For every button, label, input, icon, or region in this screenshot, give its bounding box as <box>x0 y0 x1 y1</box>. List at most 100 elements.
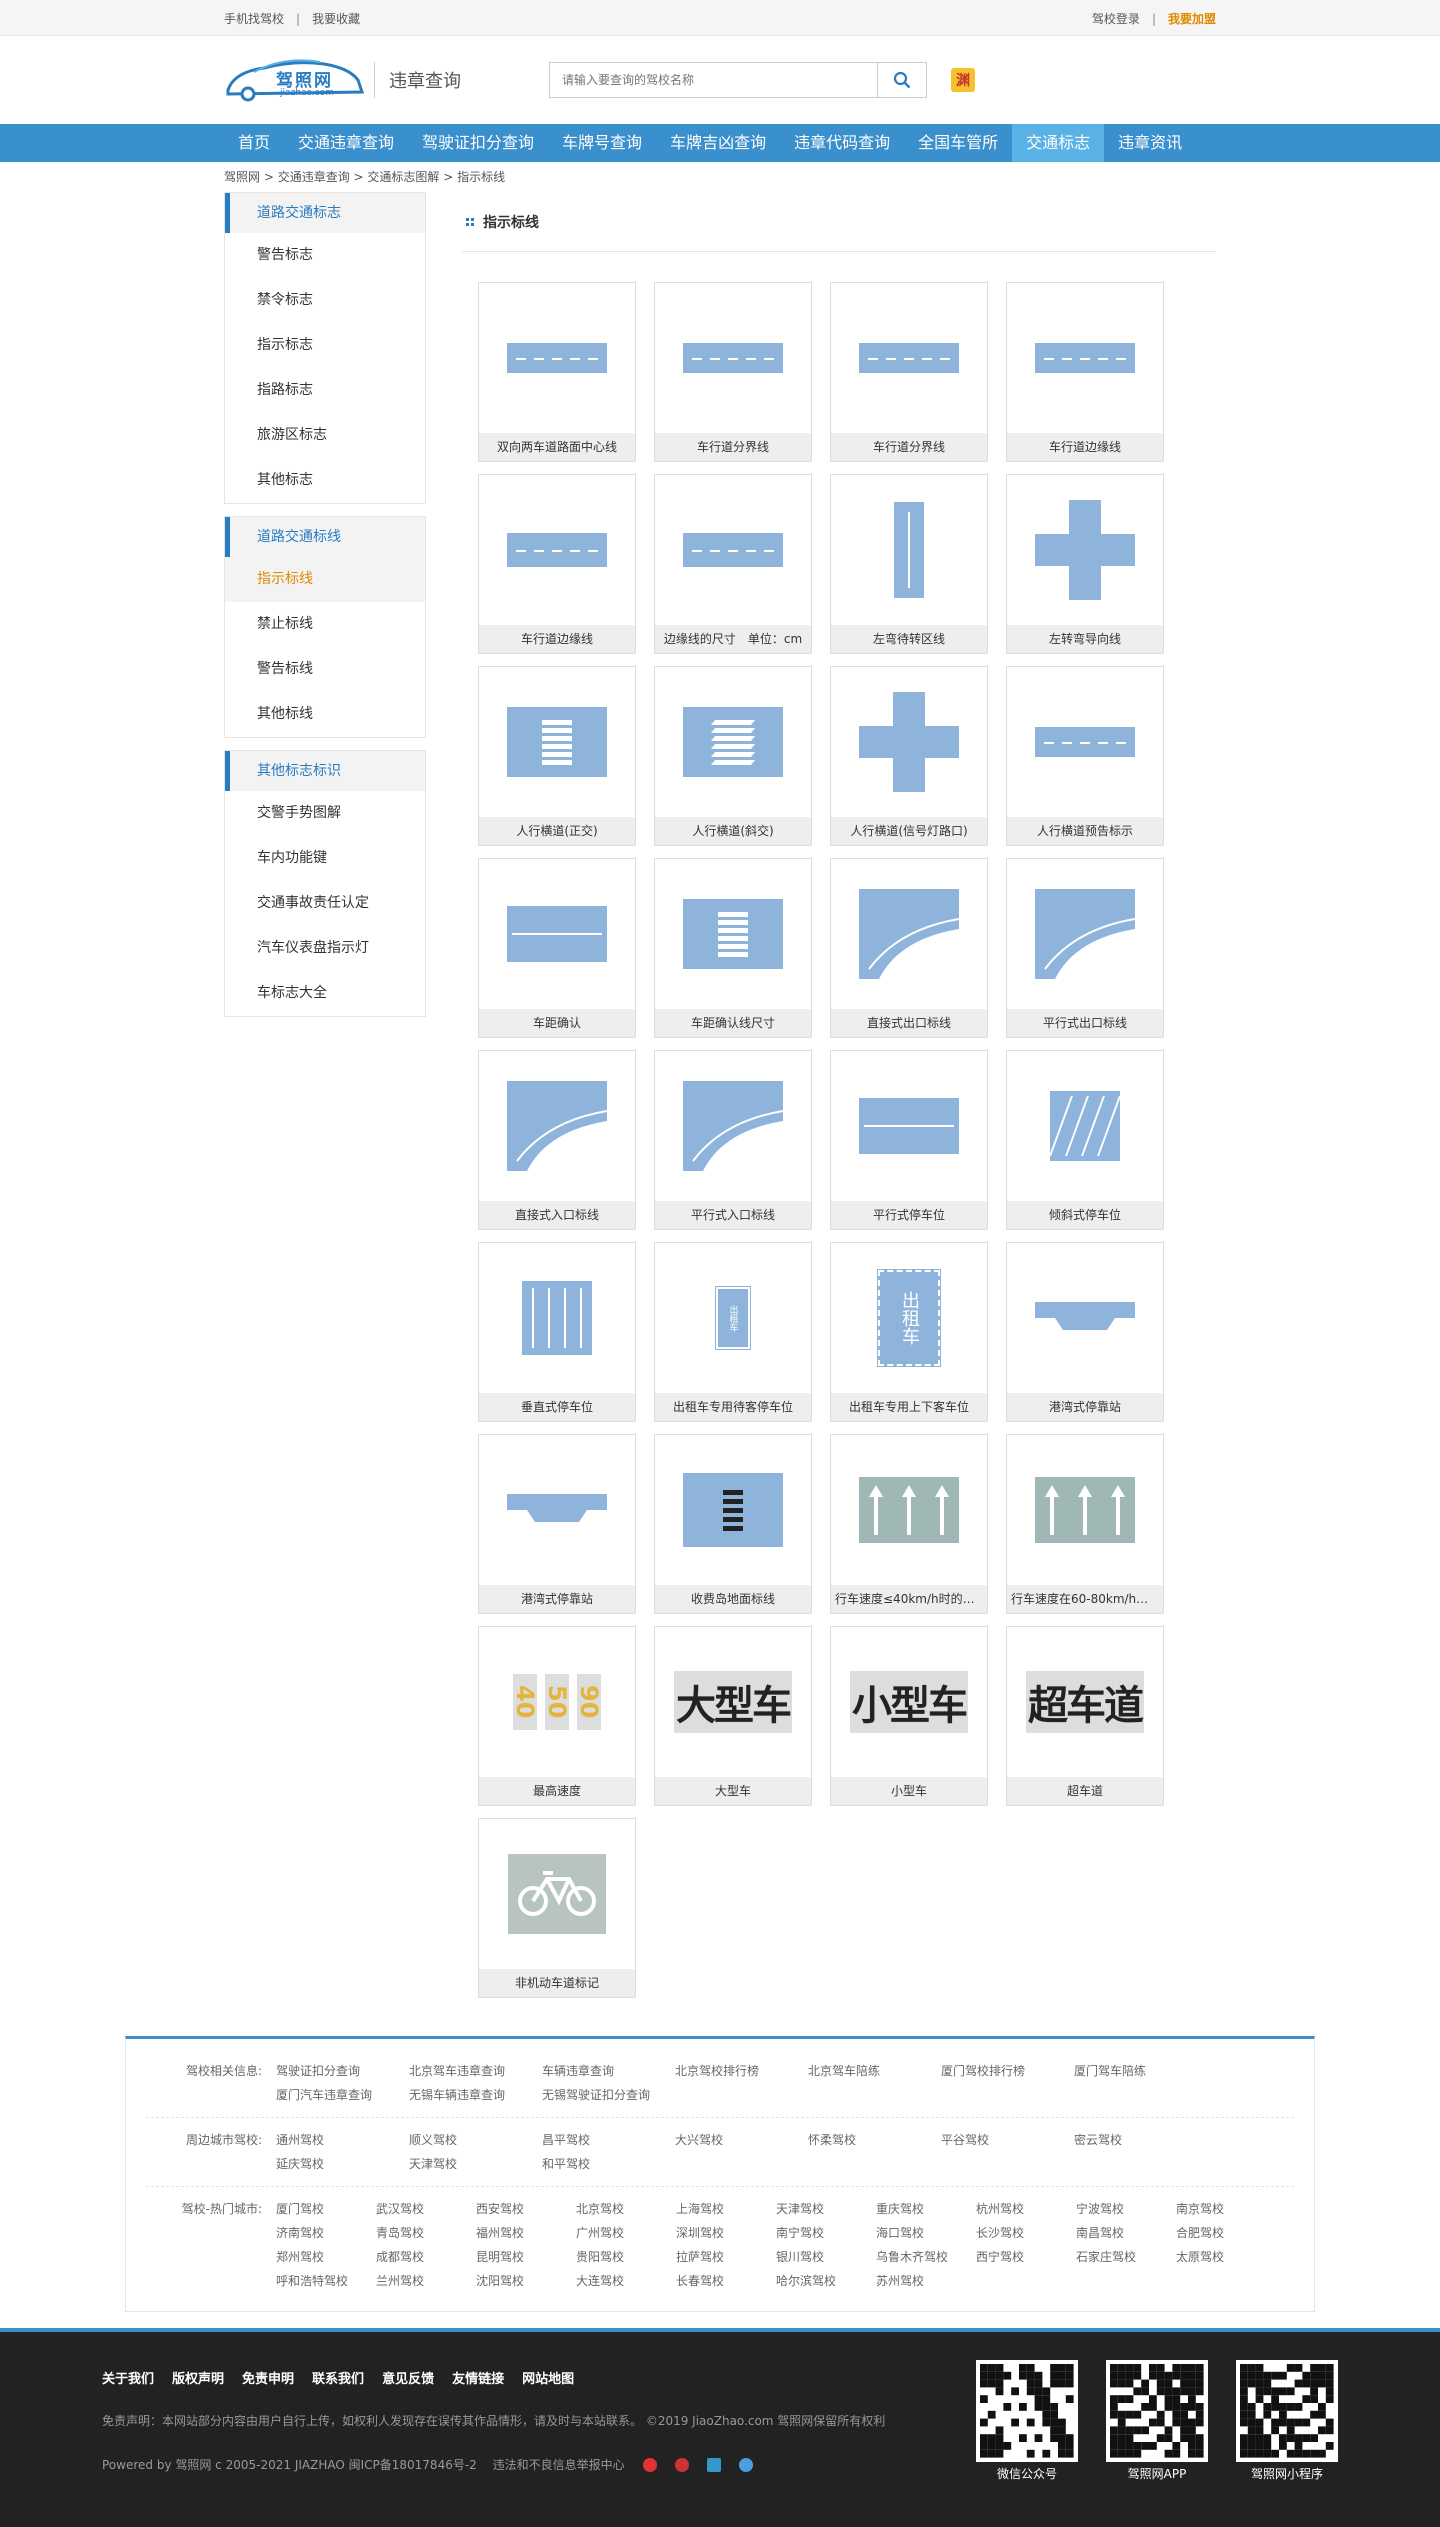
card-thumbnail[interactable] <box>479 1435 635 1585</box>
marking-card[interactable]: 边缘线的尺寸 单位：cm <box>654 474 812 654</box>
marking-card[interactable]: 40 50 90 最高速度 <box>478 1626 636 1806</box>
link-item[interactable]: 车辆违章查询 <box>542 2059 675 2083</box>
marking-card[interactable]: 平行式入口标线 <box>654 1050 812 1230</box>
link-item[interactable]: 石家庄驾校 <box>1076 2245 1176 2269</box>
footer-nav-link[interactable]: 网站地图 <box>522 2368 574 2387</box>
link-item[interactable]: 银川驾校 <box>776 2245 876 2269</box>
card-thumbnail[interactable] <box>1007 283 1163 433</box>
link-item[interactable]: 北京驾校 <box>576 2197 676 2221</box>
link-item[interactable]: 南京驾校 <box>1176 2197 1276 2221</box>
card-label[interactable]: 车行道边缘线 <box>1007 433 1163 461</box>
card-thumbnail[interactable] <box>479 283 635 433</box>
footer-nav-link[interactable]: 联系我们 <box>312 2368 364 2387</box>
card-label[interactable]: 倾斜式停车位 <box>1007 1201 1163 1229</box>
card-label[interactable]: 港湾式停靠站 <box>1007 1393 1163 1421</box>
card-label[interactable]: 左弯待转区线 <box>831 625 987 653</box>
card-label[interactable]: 车距确认线尺寸 <box>655 1009 811 1037</box>
card-thumbnail[interactable] <box>655 1051 811 1201</box>
footer-nav-link[interactable]: 免责申明 <box>242 2368 294 2387</box>
footer-nav-link[interactable]: 关于我们 <box>102 2368 154 2387</box>
sidebar-item[interactable]: 车内功能键 <box>225 836 425 881</box>
nav-item[interactable]: 车牌号查询 <box>548 124 656 162</box>
card-thumbnail[interactable] <box>479 667 635 817</box>
marking-card[interactable]: 人行横道(正交) <box>478 666 636 846</box>
link-item[interactable]: 无锡车辆违章查询 <box>409 2083 542 2107</box>
link-item[interactable]: 北京驾车陪练 <box>808 2059 941 2083</box>
link-item[interactable]: 呼和浩特驾校 <box>276 2269 376 2293</box>
breadcrumb-signs[interactable]: 交通标志图解 > <box>367 162 453 192</box>
marking-card[interactable]: 垂直式停车位 <box>478 1242 636 1422</box>
card-thumbnail[interactable]: 出租车 <box>831 1243 987 1393</box>
card-label[interactable]: 边缘线的尺寸 单位：cm <box>655 625 811 653</box>
link-item[interactable]: 天津驾校 <box>409 2152 542 2176</box>
link-item[interactable]: 合肥驾校 <box>1176 2221 1276 2245</box>
card-thumbnail[interactable] <box>479 859 635 1009</box>
card-thumbnail[interactable] <box>831 667 987 817</box>
card-thumbnail[interactable]: 40 50 90 <box>479 1627 635 1777</box>
marking-card[interactable]: 车距确认 <box>478 858 636 1038</box>
link-item[interactable]: 怀柔驾校 <box>808 2128 941 2152</box>
sidebar-item[interactable]: 指示标志 <box>225 323 425 368</box>
join-link[interactable]: 我要加盟 <box>1168 12 1216 26</box>
card-thumbnail[interactable] <box>831 475 987 625</box>
qr-code-image[interactable] <box>976 2360 1078 2462</box>
link-item[interactable]: 上海驾校 <box>676 2197 776 2221</box>
card-label[interactable]: 收费岛地面标线 <box>655 1585 811 1613</box>
sidebar-group-title[interactable]: 其他标志标识 <box>225 751 425 791</box>
badge-icon[interactable]: 渊 <box>951 68 975 92</box>
link-item[interactable]: 广州驾校 <box>576 2221 676 2245</box>
link-item[interactable]: 南昌驾校 <box>1076 2221 1176 2245</box>
card-thumbnail[interactable] <box>479 1243 635 1393</box>
card-thumbnail[interactable] <box>1007 859 1163 1009</box>
card-thumbnail[interactable] <box>831 1435 987 1585</box>
card-label[interactable]: 左转弯导向线 <box>1007 625 1163 653</box>
footer-nav-link[interactable]: 友情链接 <box>452 2368 504 2387</box>
safety-shield-icon[interactable] <box>738 2457 753 2472</box>
marking-card[interactable]: 大型车 大型车 <box>654 1626 812 1806</box>
school-login-link[interactable]: 驾校登录 <box>1092 12 1140 26</box>
sidebar-item[interactable]: 其他标志 <box>225 458 425 503</box>
link-item[interactable]: 拉萨驾校 <box>676 2245 776 2269</box>
link-item[interactable]: 乌鲁木齐驾校 <box>876 2245 976 2269</box>
link-item[interactable]: 长春驾校 <box>676 2269 776 2293</box>
sidebar-item[interactable]: 交警手势图解 <box>225 791 425 836</box>
breadcrumb-violation[interactable]: 交通违章查询 > <box>278 162 364 192</box>
link-item[interactable]: 宁波驾校 <box>1076 2197 1176 2221</box>
report-badge-icon[interactable] <box>674 2457 689 2472</box>
link-item[interactable]: 延庆驾校 <box>276 2152 409 2176</box>
card-label[interactable]: 大型车 <box>655 1777 811 1805</box>
marking-card[interactable]: 倾斜式停车位 <box>1006 1050 1164 1230</box>
marking-card[interactable]: 人行横道预告标示 <box>1006 666 1164 846</box>
card-label[interactable]: 垂直式停车位 <box>479 1393 635 1421</box>
card-thumbnail[interactable] <box>655 283 811 433</box>
link-item[interactable]: 青岛驾校 <box>376 2221 476 2245</box>
sidebar-item[interactable]: 车标志大全 <box>225 971 425 1016</box>
card-label[interactable]: 车行道分界线 <box>831 433 987 461</box>
marking-card[interactable]: 超车道 超车道 <box>1006 1626 1164 1806</box>
card-thumbnail[interactable] <box>1007 1243 1163 1393</box>
search-button[interactable] <box>877 62 927 98</box>
link-item[interactable]: 哈尔滨驾校 <box>776 2269 876 2293</box>
sidebar-item[interactable]: 交通事故责任认定 <box>225 881 425 926</box>
link-item[interactable]: 天津驾校 <box>776 2197 876 2221</box>
marking-card[interactable]: 人行横道(信号灯路口) <box>830 666 988 846</box>
nav-item[interactable]: 驾驶证扣分查询 <box>408 124 548 162</box>
link-item[interactable]: 长沙驾校 <box>976 2221 1076 2245</box>
card-label[interactable]: 直接式出口标线 <box>831 1009 987 1037</box>
link-item[interactable]: 北京驾车违章查询 <box>409 2059 542 2083</box>
link-item[interactable]: 西宁驾校 <box>976 2245 1076 2269</box>
card-label[interactable]: 平行式入口标线 <box>655 1201 811 1229</box>
link-item[interactable]: 平谷驾校 <box>941 2128 1074 2152</box>
link-item[interactable]: 厦门驾校 <box>276 2197 376 2221</box>
card-label[interactable]: 平行式出口标线 <box>1007 1009 1163 1037</box>
card-label[interactable]: 双向两车道路面中心线 <box>479 433 635 461</box>
link-item[interactable]: 厦门驾校排行榜 <box>941 2059 1074 2083</box>
sidebar-item[interactable]: 指示标线 <box>225 557 425 602</box>
marking-card[interactable]: 车行道边缘线 <box>1006 282 1164 462</box>
link-item[interactable]: 海口驾校 <box>876 2221 976 2245</box>
marking-card[interactable]: 车行道边缘线 <box>478 474 636 654</box>
card-label[interactable]: 行车速度在60-80km/h时的... <box>1007 1585 1163 1613</box>
card-thumbnail[interactable] <box>479 475 635 625</box>
police-badge-icon[interactable] <box>642 2457 657 2472</box>
marking-card[interactable]: 直接式入口标线 <box>478 1050 636 1230</box>
